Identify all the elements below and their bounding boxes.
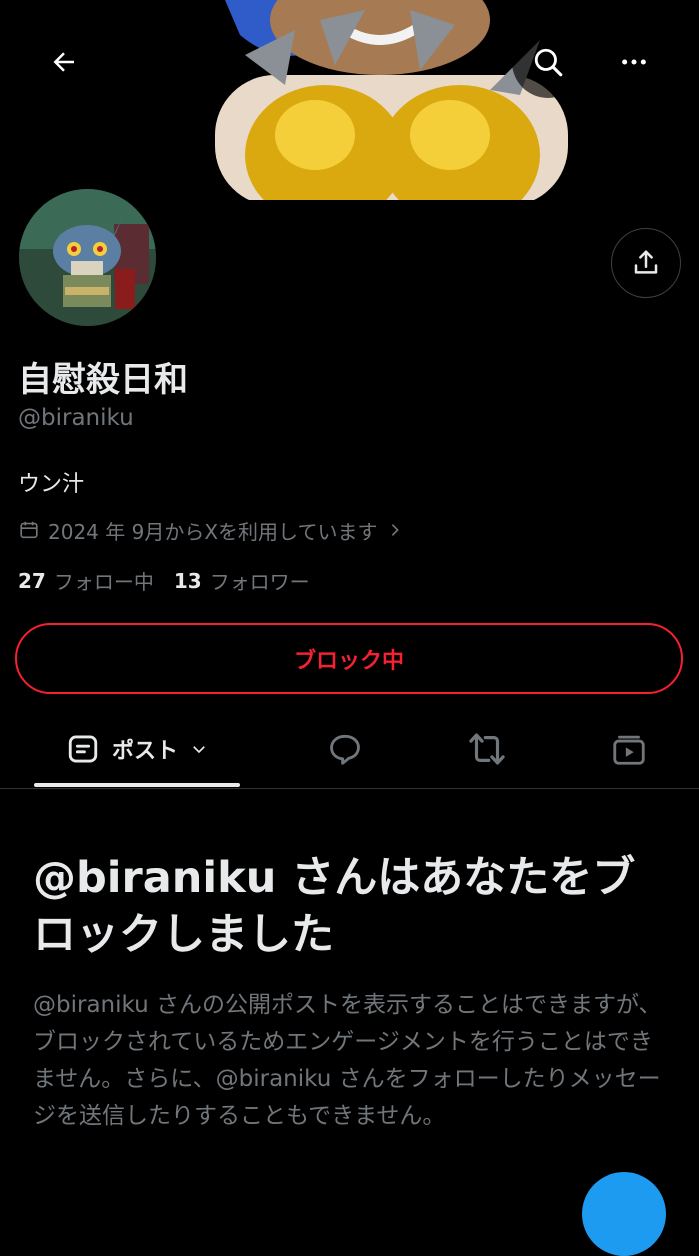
following-link[interactable]: 27 フォロー中	[18, 566, 154, 595]
blocked-notice-description: @biraniku さんの公開ポストを表示することはできますが、ブロックされてい…	[33, 992, 662, 1129]
compose-post-button[interactable]	[582, 1172, 666, 1256]
media-icon	[613, 735, 645, 765]
followers-label: フォロワー	[209, 570, 310, 594]
blocked-button[interactable]: ブロック中	[15, 623, 683, 694]
avatar[interactable]	[15, 185, 160, 330]
avatar-image	[19, 189, 156, 326]
followers-link[interactable]: 13 フォロワー	[174, 566, 310, 595]
profile-tabs: ポスト	[0, 712, 699, 789]
search-icon	[534, 48, 563, 77]
share-icon	[634, 250, 658, 274]
more-button[interactable]	[598, 26, 670, 98]
tab-posts-label: ポスト	[111, 739, 178, 764]
share-button[interactable]	[611, 228, 681, 298]
display-name: 自慰殺日和	[18, 360, 188, 400]
posts-icon	[68, 735, 98, 763]
following-count: 27	[18, 568, 46, 593]
tab-posts[interactable]: ポスト	[34, 712, 240, 786]
calendar-icon	[18, 519, 40, 541]
profile-bio: ウン汁	[18, 472, 85, 497]
repost-icon	[469, 733, 505, 765]
following-label: フォロー中	[53, 570, 154, 594]
more-icon	[622, 59, 646, 65]
tab-media[interactable]	[594, 712, 664, 786]
banner-image	[0, 0, 699, 206]
joined-date-row[interactable]: 2024 年 9月からXを利用しています	[18, 515, 403, 545]
active-tab-indicator	[34, 783, 240, 787]
back-button[interactable]	[30, 28, 98, 96]
profile-banner[interactable]	[0, 0, 699, 206]
follow-stats: 27 フォロー中 13 フォロワー	[18, 566, 310, 595]
tab-reposts[interactable]	[452, 712, 522, 786]
reply-icon	[330, 734, 360, 765]
followers-count: 13	[173, 568, 202, 593]
profile-handle: @biraniku	[18, 405, 134, 431]
chevron-right-icon	[387, 522, 403, 538]
chevron-down-icon	[193, 746, 205, 754]
joined-date: 2024 年 9月からXを利用しています	[48, 519, 378, 544]
search-button[interactable]	[512, 26, 584, 98]
tab-replies[interactable]	[310, 712, 380, 786]
back-arrow-icon	[53, 52, 74, 72]
blocked-notice-title: @biraniku さんはあなたをブロックしました	[33, 853, 636, 960]
